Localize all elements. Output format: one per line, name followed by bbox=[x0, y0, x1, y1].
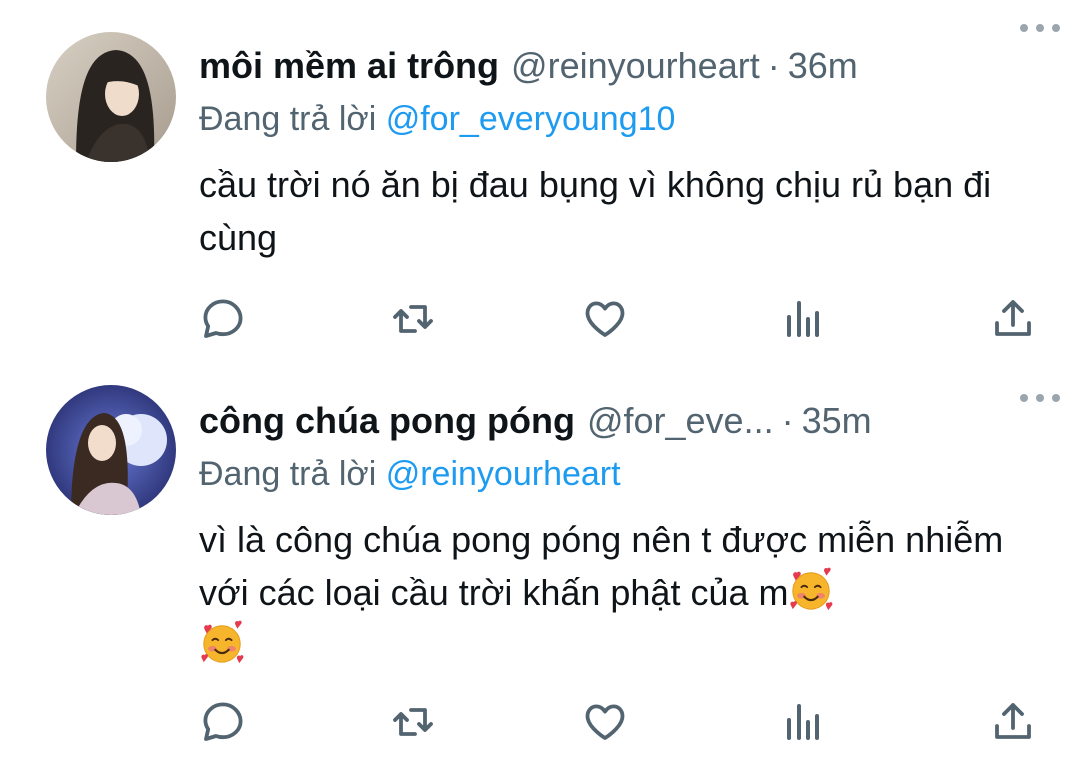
display-name[interactable]: môi mềm ai trông bbox=[199, 45, 499, 87]
mention-link[interactable]: @reinyourheart bbox=[386, 455, 621, 493]
retweet-icon[interactable] bbox=[389, 698, 437, 746]
more-icon[interactable] bbox=[1020, 16, 1060, 40]
timestamp[interactable]: 35m bbox=[802, 400, 872, 442]
avatar[interactable] bbox=[46, 385, 176, 515]
tweet[interactable]: công chúa pong póng @for_eve... · 35m Đa… bbox=[0, 370, 1080, 782]
like-icon[interactable] bbox=[581, 698, 629, 746]
separator-dot: · bbox=[781, 400, 794, 441]
mention-link[interactable]: @for_everyoung10 bbox=[386, 100, 676, 138]
avatar-image bbox=[46, 32, 176, 162]
reply-icon[interactable] bbox=[199, 698, 247, 746]
share-icon[interactable] bbox=[989, 295, 1037, 343]
replying-to: Đang trả lời @for_everyoung10 bbox=[199, 94, 1050, 144]
replying-to: Đang trả lời @reinyourheart bbox=[199, 449, 1050, 499]
share-icon[interactable] bbox=[989, 698, 1037, 746]
views-icon[interactable] bbox=[779, 698, 827, 746]
separator-dot: · bbox=[767, 45, 780, 86]
action-bar bbox=[199, 295, 1041, 345]
views-icon[interactable] bbox=[779, 295, 827, 343]
more-icon[interactable] bbox=[1020, 386, 1060, 410]
tweet-text: vì là công chúa pong póng nên t được miễ… bbox=[199, 519, 1004, 613]
display-name[interactable]: công chúa pong póng bbox=[199, 400, 575, 442]
smiling-face-with-hearts-icon bbox=[199, 620, 245, 666]
action-bar bbox=[199, 698, 1041, 748]
avatar[interactable] bbox=[46, 32, 176, 162]
replying-label: Đang trả lời bbox=[199, 455, 377, 493]
timestamp[interactable]: 36m bbox=[788, 45, 858, 87]
tweet-text: cầu trời nó ăn bị đau bụng vì không chịu… bbox=[199, 164, 992, 258]
like-icon[interactable] bbox=[581, 295, 629, 343]
tweet-header: môi mềm ai trông @reinyourheart · 36m bbox=[199, 38, 1050, 94]
retweet-icon[interactable] bbox=[389, 295, 437, 343]
tweet-header: công chúa pong póng @for_eve... · 35m bbox=[199, 393, 1050, 449]
tweet-text-container: vì là công chúa pong póng nên t được miễ… bbox=[199, 513, 1050, 672]
avatar-image bbox=[46, 385, 176, 515]
reply-icon[interactable] bbox=[199, 295, 247, 343]
smiling-face-with-hearts-icon bbox=[788, 567, 834, 613]
tweet[interactable]: môi mềm ai trông @reinyourheart · 36m Đa… bbox=[0, 0, 1080, 370]
user-handle[interactable]: @for_eve... bbox=[587, 400, 774, 442]
replying-label: Đang trả lời bbox=[199, 100, 377, 138]
user-handle[interactable]: @reinyourheart bbox=[511, 45, 760, 87]
